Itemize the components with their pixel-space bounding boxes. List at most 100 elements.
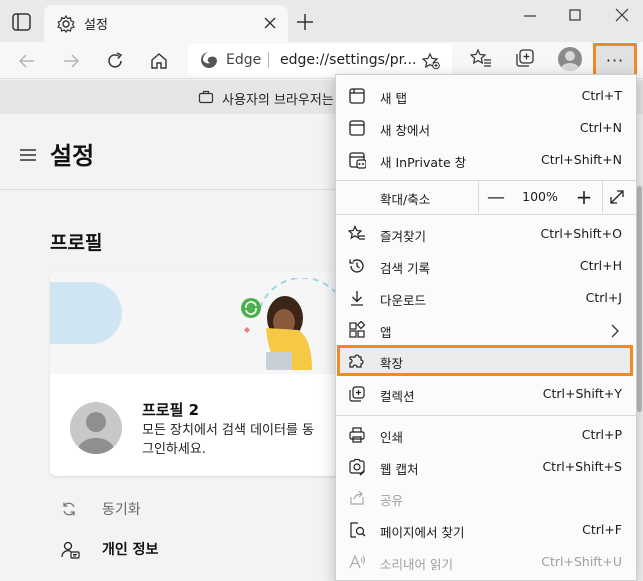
personal-info-icon — [60, 540, 80, 560]
menu-item-label: 컬렉션 — [380, 389, 415, 404]
download-icon — [348, 289, 366, 307]
gear-icon — [56, 14, 76, 34]
menu-item-label: 검색 기록 — [380, 261, 430, 276]
menu-item-new-inprivate[interactable]: 새 InPrivate 창 Ctrl+Shift+N — [336, 144, 636, 176]
zoom-value: 100% — [522, 189, 558, 204]
menu-item-label: 새 창에서 — [380, 123, 430, 138]
profile-description: 모든 장치에서 검색 데이터를 동 그인하세요. — [142, 421, 350, 459]
menu-item-history[interactable]: 검색 기록 Ctrl+H — [336, 250, 636, 282]
menu-item-shortcut: Ctrl+H — [579, 258, 622, 273]
profile-avatar-icon[interactable] — [558, 47, 582, 71]
history-icon — [348, 257, 366, 275]
zoom-out-button[interactable]: — — [478, 181, 514, 213]
new-tab-plus-icon[interactable] — [296, 13, 314, 31]
web-capture-icon — [348, 458, 366, 476]
back-arrow-icon[interactable] — [14, 48, 40, 74]
new-window-icon — [348, 119, 366, 137]
info-bar-text: 사용자의 브라우저는 — [222, 93, 334, 108]
menu-item-label: 인쇄 — [380, 430, 404, 445]
home-icon[interactable] — [146, 48, 172, 74]
profile-desc-line1: 모든 장치에서 검색 데이터를 동 — [142, 423, 315, 438]
edge-logo-icon — [200, 51, 218, 69]
menu-item-read-aloud[interactable]: 소리내어 읽기 Ctrl+Shift+U — [336, 546, 636, 578]
menu-item-favorites[interactable]: 즐겨찾기 Ctrl+Shift+O — [336, 218, 636, 250]
menu-item-shortcut: Ctrl+T — [581, 88, 622, 103]
menu-item-shortcut: Ctrl+Shift+O — [540, 226, 622, 241]
menu-item-shortcut: Ctrl+Shift+U — [541, 554, 622, 569]
zoom-in-button[interactable]: + — [566, 181, 602, 213]
menu-item-find-on-page[interactable]: 페이지에서 찾기 Ctrl+F — [336, 514, 636, 546]
section-title-profile: 프로필 — [50, 232, 103, 254]
personal-info-label: 개인 정보 — [102, 542, 159, 558]
profile-avatar[interactable] — [70, 402, 122, 454]
tab-actions-icon[interactable] — [10, 12, 34, 34]
scrollbar-thumb[interactable] — [637, 186, 642, 412]
profile-card: 프로필 2 모든 장치에서 검색 데이터를 동 그인하세요. — [50, 272, 350, 476]
menu-item-label: 페이지에서 찾기 — [380, 525, 465, 540]
read-aloud-icon — [348, 553, 366, 571]
add-favorite-icon[interactable] — [421, 52, 440, 70]
menu-item-label: 소리내어 읽기 — [380, 557, 453, 572]
share-icon — [348, 489, 366, 507]
menu-item-shortcut: Ctrl+J — [585, 290, 622, 305]
forward-arrow-icon[interactable] — [58, 48, 84, 74]
favorites-icon — [347, 225, 366, 243]
menu-item-label: 확장 — [380, 356, 404, 371]
tab-title: 설정 — [84, 18, 108, 33]
settings-and-more-button[interactable]: ··· — [593, 43, 637, 77]
close-tab-icon[interactable] — [262, 15, 278, 31]
menu-item-extensions[interactable]: 확장 — [336, 345, 636, 377]
menu-item-share[interactable]: 공유 — [336, 482, 636, 514]
print-icon — [348, 426, 366, 444]
tab-settings[interactable]: 설정 — [44, 5, 288, 42]
fullscreen-icon[interactable] — [608, 188, 626, 206]
menu-item-new-window[interactable]: 새 창에서 Ctrl+N — [336, 112, 636, 144]
extensions-icon — [348, 352, 366, 370]
title-bar: 설정 — [0, 0, 643, 42]
briefcase-icon — [198, 89, 214, 105]
favorites-icon[interactable] — [469, 47, 492, 69]
profile-name: 프로필 2 — [142, 401, 200, 419]
chevron-right-icon — [610, 323, 620, 338]
address-brand: Edge — [226, 52, 262, 68]
maximize-icon[interactable] — [565, 6, 585, 26]
address-bar[interactable]: Edge edge://settings/pr... — [188, 44, 452, 76]
menu-item-print[interactable]: 인쇄 Ctrl+P — [336, 419, 636, 451]
menu-item-label: 새 탭 — [380, 91, 407, 106]
menu-item-label: 새 InPrivate 창 — [380, 155, 467, 170]
menu-item-label: 웹 캡처 — [380, 462, 419, 477]
zoom-label: 확대/축소 — [380, 192, 431, 207]
zoom-separator — [602, 181, 603, 213]
cloud-illustration — [50, 282, 122, 344]
menu-item-label: 공유 — [380, 493, 404, 508]
inprivate-icon — [348, 151, 367, 169]
zoom-controls: — 100% + — [478, 181, 636, 213]
minimize-icon[interactable] — [520, 6, 540, 26]
sync-icon — [60, 500, 78, 518]
profile-desc-line2: 그인하세요. — [142, 442, 206, 457]
menu-item-shortcut: Ctrl+Shift+N — [541, 152, 622, 167]
refresh-icon[interactable] — [102, 48, 128, 74]
menu-item-shortcut: Ctrl+P — [581, 427, 622, 442]
close-window-icon[interactable] — [612, 6, 632, 26]
menu-item-shortcut: Ctrl+F — [582, 522, 622, 537]
menu-hamburger-icon[interactable] — [20, 146, 36, 161]
menu-item-new-tab[interactable]: 새 탭 Ctrl+T — [336, 80, 636, 112]
collections-icon — [348, 385, 366, 403]
menu-item-label: 다운로드 — [380, 293, 427, 308]
person-illustration — [241, 278, 341, 370]
menu-item-shortcut: Ctrl+Shift+S — [542, 459, 622, 474]
menu-item-downloads[interactable]: 다운로드 Ctrl+J — [336, 282, 636, 314]
settings-and-more-menu: 새 탭 Ctrl+T 새 창에서 Ctrl+N 새 InPrivate 창 Ct… — [335, 74, 637, 581]
menu-item-web-capture[interactable]: 웹 캡처 Ctrl+Shift+S — [336, 451, 636, 483]
new-tab-icon — [348, 87, 366, 105]
menu-separator — [336, 415, 636, 416]
address-url[interactable]: edge://settings/pr... — [280, 52, 416, 68]
menu-item-label: 즐겨찾기 — [380, 229, 427, 244]
menu-item-collections[interactable]: 컬렉션 Ctrl+Shift+Y — [336, 378, 636, 410]
menu-separator — [336, 214, 636, 215]
menu-item-apps[interactable]: 앱 — [336, 314, 636, 346]
find-icon — [348, 521, 366, 539]
page-title: 설정 — [50, 142, 95, 170]
collections-icon[interactable] — [514, 47, 536, 69]
